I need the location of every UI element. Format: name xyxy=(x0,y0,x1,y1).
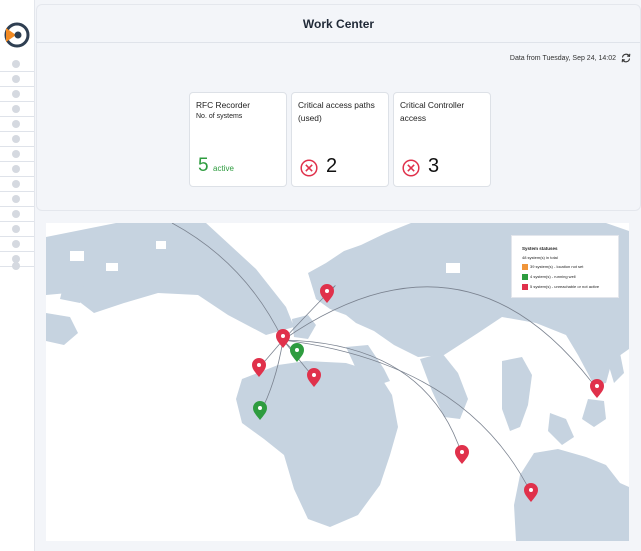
sidebar-item-5[interactable] xyxy=(0,117,34,132)
sidebar-item-12[interactable] xyxy=(0,222,34,237)
legend-row-location-not-set: 39 system(s) - location not set xyxy=(522,264,583,271)
sidebar-item-11[interactable] xyxy=(0,207,34,222)
error-circle-icon xyxy=(300,159,318,177)
logo-icon[interactable] xyxy=(4,22,30,48)
sidebar xyxy=(0,0,35,551)
legend-row-running-well: 4 system(s) - running well xyxy=(522,274,576,281)
sidebar-item-7[interactable] xyxy=(0,147,34,162)
card-subtitle: No. of systems xyxy=(196,113,243,120)
map-legend: System statuses 48 system(s) in total 39… xyxy=(511,235,619,298)
error-circle-icon xyxy=(402,159,420,177)
card-critical-controller-access[interactable]: Critical Controller access 3 xyxy=(393,92,491,187)
sidebar-item-1[interactable] xyxy=(0,57,34,72)
sidebar-item-4[interactable] xyxy=(0,102,34,117)
sidebar-item-3[interactable] xyxy=(0,87,34,102)
card-value: 2 xyxy=(326,155,338,177)
sidebar-item-2[interactable] xyxy=(0,72,34,87)
refresh-icon[interactable] xyxy=(620,52,632,64)
legend-row-unreachable: 5 system(s) - unreachable or not active xyxy=(522,284,599,291)
map-section: System statuses 48 system(s) in total 39… xyxy=(36,213,639,549)
world-map[interactable]: System statuses 48 system(s) in total 39… xyxy=(46,223,629,541)
sidebar-item-10[interactable] xyxy=(0,192,34,207)
card-title: RFC Recorder xyxy=(196,100,250,110)
sidebar-item-13[interactable] xyxy=(0,237,34,252)
card-title: Critical Controller access xyxy=(400,100,465,123)
title-divider xyxy=(37,42,640,43)
sidebar-item-6[interactable] xyxy=(0,132,34,147)
sidebar-item-9[interactable] xyxy=(0,177,34,192)
legend-title: System statuses xyxy=(522,246,558,251)
data-timestamp: Data from Tuesday, Sep 24, 14:02 xyxy=(509,55,616,62)
legend-row-total: 48 system(s) in total xyxy=(522,255,558,260)
card-critical-access-paths[interactable]: Critical access paths (used) 2 xyxy=(291,92,389,187)
card-title: Critical access paths (used) xyxy=(298,100,375,123)
sidebar-item-15[interactable] xyxy=(0,259,34,273)
card-value: 3 xyxy=(428,155,440,177)
page-title: Work Center xyxy=(302,17,375,31)
card-value-label: active xyxy=(213,164,234,173)
work-center-panel: Work Center Data from Tuesday, Sep 24, 1… xyxy=(36,4,641,211)
card-rfc-recorder[interactable]: RFC Recorder No. of systems 5 active xyxy=(189,92,287,187)
sidebar-item-8[interactable] xyxy=(0,162,34,177)
card-value: 5 xyxy=(198,155,209,176)
